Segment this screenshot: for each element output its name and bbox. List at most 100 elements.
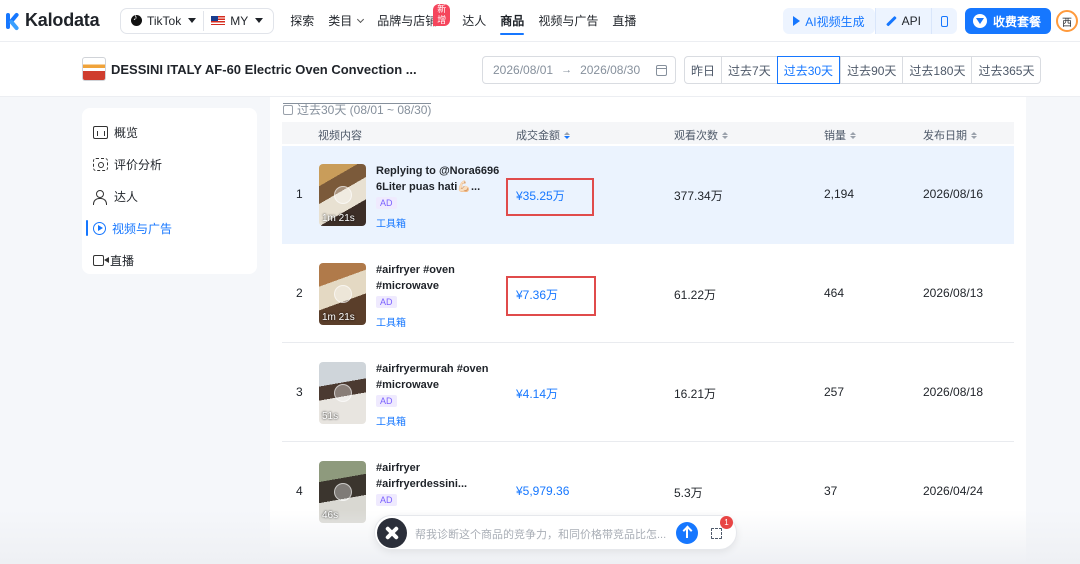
sidebar-item-creators[interactable]: 达人	[82, 180, 257, 212]
chevron-down-icon	[357, 15, 365, 23]
nav-products[interactable]: 商品	[500, 0, 525, 42]
nav-category[interactable]: 类目	[328, 0, 365, 42]
ad-badge: AD	[376, 395, 397, 407]
nav-brand-store[interactable]: 品牌与店铺 新增	[377, 0, 451, 42]
video-title[interactable]: #airfryer #airfryerdessini...	[376, 460, 510, 492]
video-title[interactable]: #airfryer #oven #microwave	[376, 262, 510, 294]
col-date-sortable[interactable]: 发布日期	[923, 127, 977, 143]
send-arrow-icon[interactable]	[676, 522, 698, 544]
kalodata-logo[interactable]: Kalodata	[6, 10, 110, 31]
ai-video-label: AI视频生成	[805, 14, 865, 29]
user-avatar[interactable]: 西	[1056, 10, 1078, 32]
api-button[interactable]: API	[874, 8, 931, 34]
period-180d[interactable]: 过去180天	[902, 57, 971, 83]
platform-region-selector: TikTok MY	[120, 7, 275, 34]
play-icon	[793, 16, 801, 26]
nav-live[interactable]: 直播	[612, 0, 636, 42]
right-tools: AI视频生成 API 收费套餐 西	[783, 0, 1080, 42]
video-duration: 1m 21s	[322, 312, 355, 323]
ai-video-button[interactable]: AI视频生成	[783, 8, 875, 34]
col-video-content: 视频内容	[318, 127, 362, 143]
nav-label: 视频与广告	[538, 14, 599, 28]
play-icon	[334, 384, 352, 402]
expand-icon[interactable]	[711, 528, 722, 539]
notification-badge: 1	[720, 516, 733, 529]
video-camera-icon	[93, 254, 109, 266]
nav-label: 类目	[328, 14, 353, 28]
period-30d[interactable]: 过去30天	[776, 56, 841, 84]
platform-label: TikTok	[147, 13, 182, 28]
caret-down-icon	[188, 18, 197, 23]
table-row[interactable]: 1 1m 21s Replying to @Nora6696 6Liter pu…	[282, 146, 1014, 244]
start-date: 2026/08/01	[493, 63, 554, 77]
table-row[interactable]: 3 51s #airfryermurah #oven #microwave AD…	[282, 344, 1014, 442]
col-views-sortable[interactable]: 观看次数	[674, 127, 728, 143]
assistant-input[interactable]: 帮我诊断这个商品的竞争力，和同价格带竞品比怎...	[415, 526, 666, 542]
col-sales-sortable[interactable]: 销量	[824, 127, 856, 143]
period-365d[interactable]: 过去365天	[971, 57, 1040, 83]
calendar-icon	[656, 65, 667, 76]
sidebar-item-label: 达人	[114, 189, 139, 204]
toolbox-link[interactable]: 工具箱	[376, 413, 406, 428]
play-icon	[334, 186, 352, 204]
assistant-logo-icon[interactable]	[377, 518, 407, 548]
video-thumbnail[interactable]: 1m 21s	[319, 263, 366, 325]
toolbox-link[interactable]: 工具箱	[376, 314, 406, 329]
date-range-picker[interactable]: 2026/08/01 → 2026/08/30	[482, 56, 676, 84]
sidebar-item-videos-ads[interactable]: 视频与广告	[82, 212, 257, 244]
period-selector: 昨日 过去7天 过去30天 过去90天 过去180天 过去365天	[684, 56, 1042, 84]
sort-icon	[850, 131, 856, 139]
sidebar-item-reviews[interactable]: 评价分析	[82, 148, 257, 180]
diamond-icon	[972, 14, 987, 28]
annotation-highlight-box	[506, 178, 594, 216]
views-value: 5.3万	[674, 486, 703, 500]
region-label: MY	[230, 13, 249, 28]
end-date: 2026/08/30	[580, 63, 641, 77]
sales-value: 2,194	[824, 187, 855, 201]
views-value: 16.21万	[674, 387, 717, 401]
video-title[interactable]: Replying to @Nora6696 6Liter puas hati💪🏻…	[376, 163, 510, 195]
scan-icon	[93, 157, 108, 171]
toolbox-link[interactable]: 工具箱	[376, 215, 406, 230]
publish-date: 2026/08/13	[923, 286, 984, 300]
col-amount-sortable[interactable]: 成交金额	[516, 127, 570, 143]
period-caption: 过去30天 (08/01 ~ 08/30)	[283, 101, 431, 118]
ad-badge: AD	[376, 494, 397, 506]
period-7d[interactable]: 过去7天	[721, 57, 777, 83]
row-rank: 2	[296, 286, 303, 300]
pricing-label: 收费套餐	[992, 14, 1041, 29]
sales-value: 464	[824, 286, 845, 300]
col-label: 视频内容	[318, 130, 362, 142]
tiktok-icon	[131, 12, 142, 26]
malaysia-flag-icon	[211, 16, 226, 25]
play-circle-icon	[93, 221, 106, 235]
nav-label: 商品	[500, 14, 525, 28]
sidebar-item-live[interactable]: 直播	[82, 244, 257, 276]
pricing-plan-button[interactable]: 收费套餐	[964, 8, 1051, 34]
nav-videos-ads[interactable]: 视频与广告	[538, 0, 598, 42]
gmv-value[interactable]: ¥5,979.36	[516, 484, 569, 498]
sidebar-item-label: 评价分析	[114, 157, 163, 172]
region-dropdown[interactable]: MY	[203, 10, 270, 31]
video-thumbnail[interactable]: 1m 21s	[319, 164, 366, 226]
publish-date: 2026/04/24	[923, 484, 984, 498]
nav-explore[interactable]: 探索	[290, 0, 314, 42]
period-90d[interactable]: 过去90天	[840, 57, 902, 83]
nav-label: 探索	[290, 14, 315, 28]
views-value: 61.22万	[674, 288, 717, 302]
nav-creators[interactable]: 达人	[462, 0, 486, 42]
mobile-app-button[interactable]	[930, 8, 957, 34]
gmv-value[interactable]: ¥4.14万	[516, 385, 558, 402]
product-header: DESSINI ITALY AF-60 Electric Oven Convec…	[0, 42, 1080, 97]
sidebar-item-label: 概览	[114, 125, 139, 140]
sidebar-item-overview[interactable]: 概览	[82, 116, 257, 148]
platform-dropdown[interactable]: TikTok	[124, 11, 203, 31]
sidebar: 概览 评价分析 达人 视频与广告 直播	[82, 108, 257, 274]
video-duration: 1m 21s	[322, 213, 355, 224]
table-row[interactable]: 2 1m 21s #airfryer #oven #microwave AD 工…	[282, 245, 1014, 343]
video-thumbnail[interactable]: 51s	[319, 362, 366, 424]
period-yesterday[interactable]: 昨日	[685, 57, 721, 83]
nav-label: 直播	[612, 14, 637, 28]
ad-badge: AD	[376, 197, 397, 209]
video-title[interactable]: #airfryermurah #oven #microwave	[376, 361, 510, 393]
